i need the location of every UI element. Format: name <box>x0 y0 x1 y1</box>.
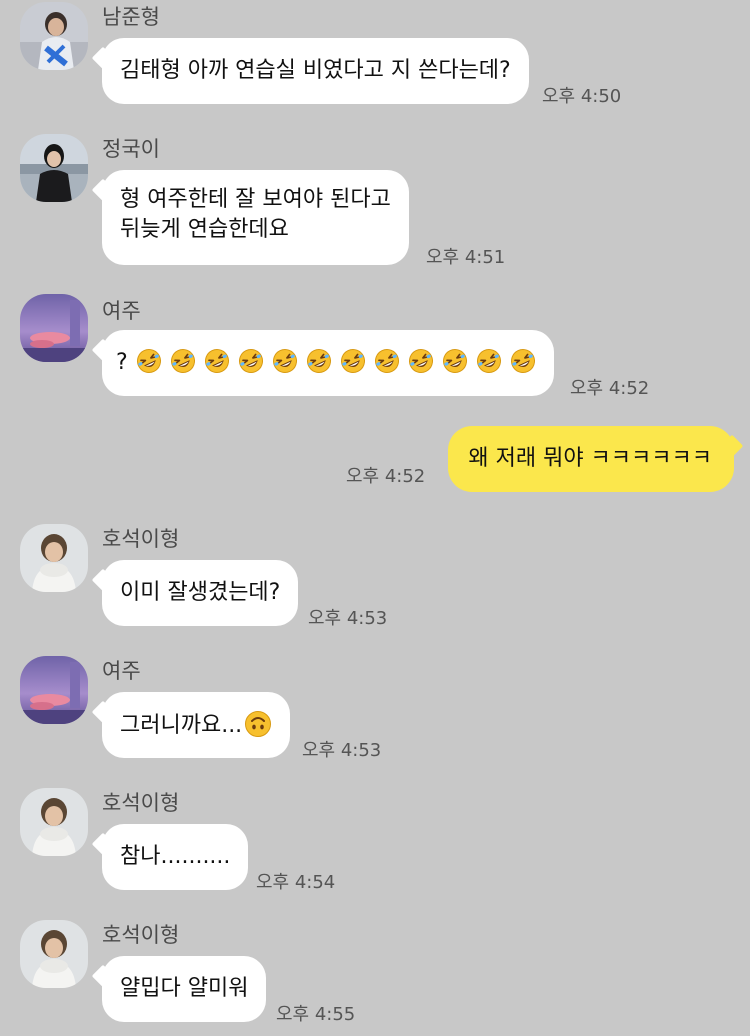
rolling-on-floor-laughing-icon <box>238 348 264 374</box>
rolling-on-floor-laughing-icon <box>170 348 196 374</box>
avatar-yeoju-icon <box>20 656 88 724</box>
message-bubble[interactable]: 김태형 아까 연습실 비였다고 지 쓴다는데? <box>102 38 529 104</box>
message-bubble[interactable]: 이미 잘생겼는데? <box>102 560 299 626</box>
avatar-hoseok-icon <box>20 920 88 988</box>
message-text: 이미 잘생겼는데? <box>120 580 281 605</box>
avatar-yeoju-icon <box>20 294 88 362</box>
message-text: ? <box>116 350 128 375</box>
rolling-on-floor-laughing-icon <box>442 348 468 374</box>
message-text: 참나.......... <box>120 844 231 869</box>
message-time: 오후 4:52 <box>346 466 426 487</box>
message-bubble[interactable]: 참나.......... <box>102 824 249 890</box>
message-time: 오후 4:50 <box>542 86 622 107</box>
avatar-hoseok-icon <box>20 524 88 592</box>
sender-name: 호석이형 <box>102 791 180 815</box>
message-text: 왜 저래 뭐야 ㅋㅋㅋㅋㅋㅋ <box>468 446 712 471</box>
sender-name: 남준형 <box>102 5 160 29</box>
avatar-namjoon-icon <box>20 2 88 70</box>
message-time: 오후 4:54 <box>256 872 336 893</box>
rolling-on-floor-laughing-icon <box>204 348 230 374</box>
message-time: 오후 4:53 <box>302 740 382 761</box>
message-bubble[interactable]: ? <box>102 330 554 396</box>
avatar-jungkook-icon <box>20 134 88 202</box>
avatar[interactable] <box>20 134 88 202</box>
emoji-row <box>136 348 536 375</box>
rolling-on-floor-laughing-icon <box>374 348 400 374</box>
message-time: 오후 4:51 <box>426 247 506 268</box>
avatar[interactable] <box>20 920 88 988</box>
message-text: 형 여주한테 잘 보여야 된다고 <box>120 187 391 212</box>
my-message-bubble[interactable]: 왜 저래 뭐야 ㅋㅋㅋㅋㅋㅋ <box>448 426 734 492</box>
message-bubble[interactable]: 형 여주한테 잘 보여야 된다고 뒤늦게 연습한데요 <box>102 170 409 265</box>
sender-name: 여주 <box>102 299 141 323</box>
rolling-on-floor-laughing-icon <box>476 348 502 374</box>
avatar[interactable] <box>20 524 88 592</box>
avatar[interactable] <box>20 2 88 70</box>
avatar-hoseok-icon <box>20 788 88 856</box>
message-text: 그러니까요... <box>120 713 243 738</box>
upside-down-face-icon <box>244 710 272 738</box>
message-bubble[interactable]: 얄밉다 얄미워 <box>102 956 267 1022</box>
sender-name: 여주 <box>102 659 141 683</box>
chat-area[interactable]: 남준형 김태형 아까 연습실 비였다고 지 쓴다는데? 오후 4:50 정국이 … <box>0 0 750 1036</box>
rolling-on-floor-laughing-icon <box>272 348 298 374</box>
message-time: 오후 4:55 <box>276 1004 356 1025</box>
rolling-on-floor-laughing-icon <box>340 348 366 374</box>
rolling-on-floor-laughing-icon <box>408 348 434 374</box>
rolling-on-floor-laughing-icon <box>510 348 536 374</box>
message-time: 오후 4:52 <box>570 378 650 399</box>
avatar[interactable] <box>20 656 88 724</box>
rolling-on-floor-laughing-icon <box>306 348 332 374</box>
sender-name: 정국이 <box>102 137 160 161</box>
message-text: 뒤늦게 연습한데요 <box>120 217 289 242</box>
avatar[interactable] <box>20 294 88 362</box>
sender-name: 호석이형 <box>102 923 180 947</box>
rolling-on-floor-laughing-icon <box>136 348 162 374</box>
message-text: 얄밉다 얄미워 <box>120 976 249 1001</box>
message-bubble[interactable]: 그러니까요... <box>102 692 291 758</box>
sender-name: 호석이형 <box>102 527 180 551</box>
avatar[interactable] <box>20 788 88 856</box>
message-text: 김태형 아까 연습실 비였다고 지 쓴다는데? <box>120 58 511 83</box>
message-time: 오후 4:53 <box>308 608 388 629</box>
